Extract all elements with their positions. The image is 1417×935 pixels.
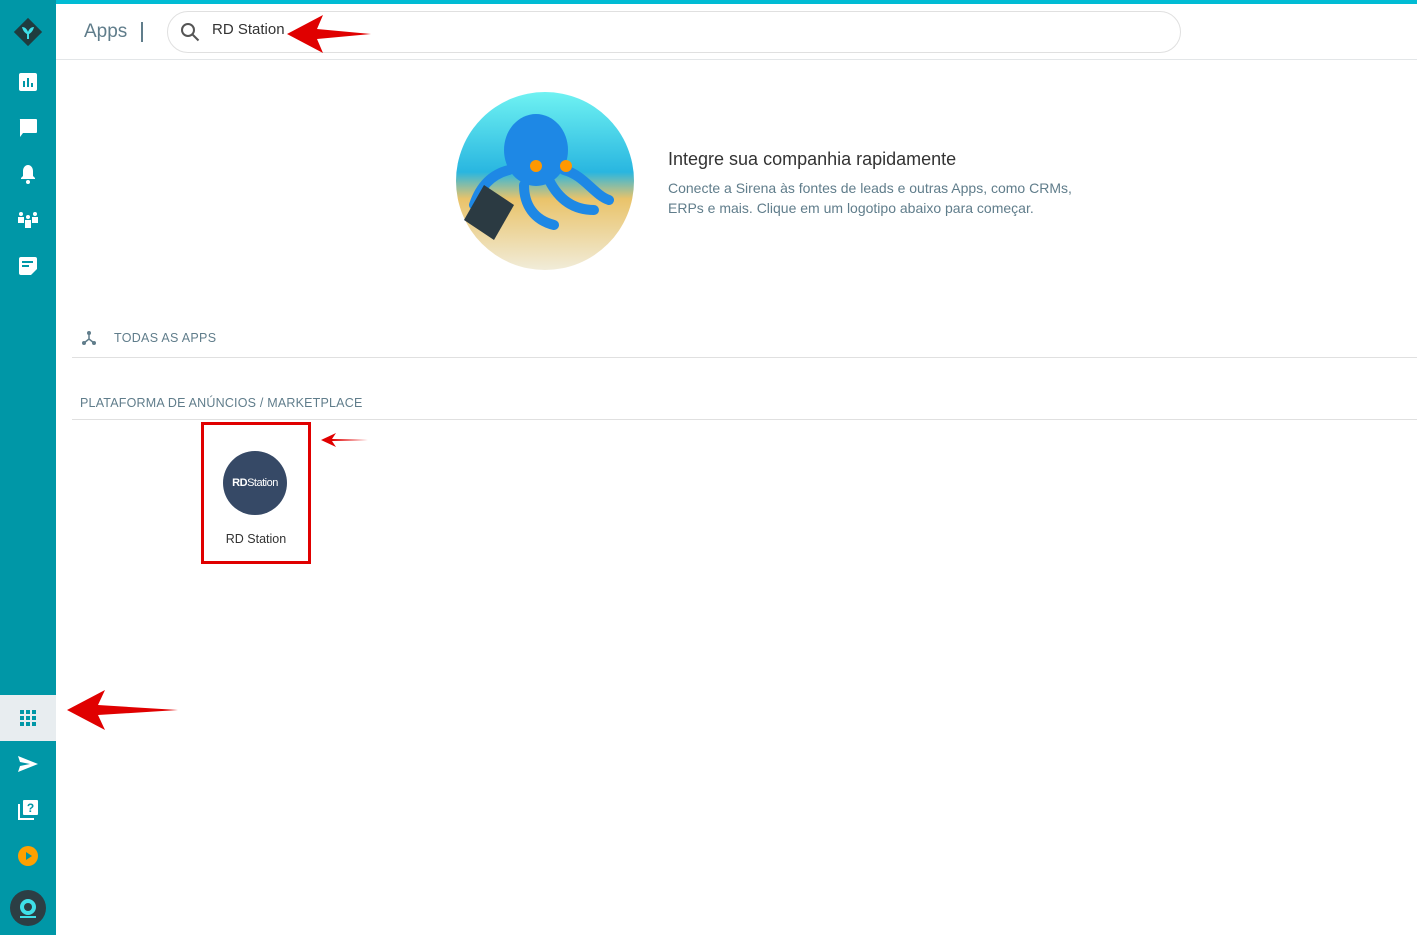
logo-text: Station <box>247 477 278 489</box>
help-icon: ? <box>18 800 38 820</box>
page-title: Apps <box>84 21 128 42</box>
sidebar-item-help[interactable]: ? <box>0 787 56 833</box>
all-apps-label: TODAS AS APPS <box>114 331 217 345</box>
apps-grid-icon <box>20 710 36 726</box>
bell-icon <box>21 165 35 184</box>
all-apps-link[interactable]: TODAS AS APPS <box>72 324 1417 358</box>
hero-title: Integre sua companhia rapidamente <box>668 149 957 169</box>
hub-icon <box>82 331 96 345</box>
send-icon <box>18 756 38 772</box>
sidebar-item-tutorials[interactable] <box>0 833 56 879</box>
app-name: RD Station <box>225 532 287 546</box>
annotation-arrow-search <box>287 15 371 53</box>
sidebar-item-teams[interactable] <box>0 197 56 243</box>
sidebar-item-notes[interactable] <box>0 243 56 289</box>
avatar <box>10 890 46 926</box>
hero-description: Conecte a Sirena às fontes de leads e ou… <box>668 180 1072 216</box>
header: Apps <box>56 4 1417 60</box>
sidebar-item-dashboard[interactable] <box>0 59 56 105</box>
sidebar: ? <box>0 0 56 935</box>
logo-icon <box>13 17 43 47</box>
rd-station-logo: RD Station <box>223 451 287 515</box>
brand-logo[interactable] <box>0 9 56 55</box>
user-avatar[interactable] <box>0 885 56 931</box>
sidebar-item-apps[interactable] <box>0 695 56 741</box>
chat-icon <box>19 119 37 137</box>
search-icon <box>181 23 200 42</box>
notes-icon <box>19 257 37 275</box>
annotation-arrow-card <box>321 433 368 447</box>
annotation-arrow-sidebar <box>67 690 178 730</box>
logo-text-bold: RD <box>232 477 248 489</box>
app-card-rd-station[interactable]: RD Station RD Station <box>201 422 311 564</box>
octopus-illustration <box>456 92 634 270</box>
title-divider <box>141 22 143 42</box>
category-label: PLATAFORMA DE ANÚNCIOS / MARKETPLACE <box>80 396 363 410</box>
dashboard-icon <box>19 73 37 91</box>
team-icon <box>18 212 38 228</box>
sidebar-item-send[interactable] <box>0 741 56 787</box>
sidebar-item-chat[interactable] <box>0 105 56 151</box>
sidebar-item-notifications[interactable] <box>0 151 56 197</box>
main-content: Apps Integre sua companhia rapidamente C… <box>56 4 1417 935</box>
play-icon <box>18 846 38 866</box>
category-header: PLATAFORMA DE ANÚNCIOS / MARKETPLACE <box>72 384 1417 420</box>
svg-text:?: ? <box>27 801 34 815</box>
